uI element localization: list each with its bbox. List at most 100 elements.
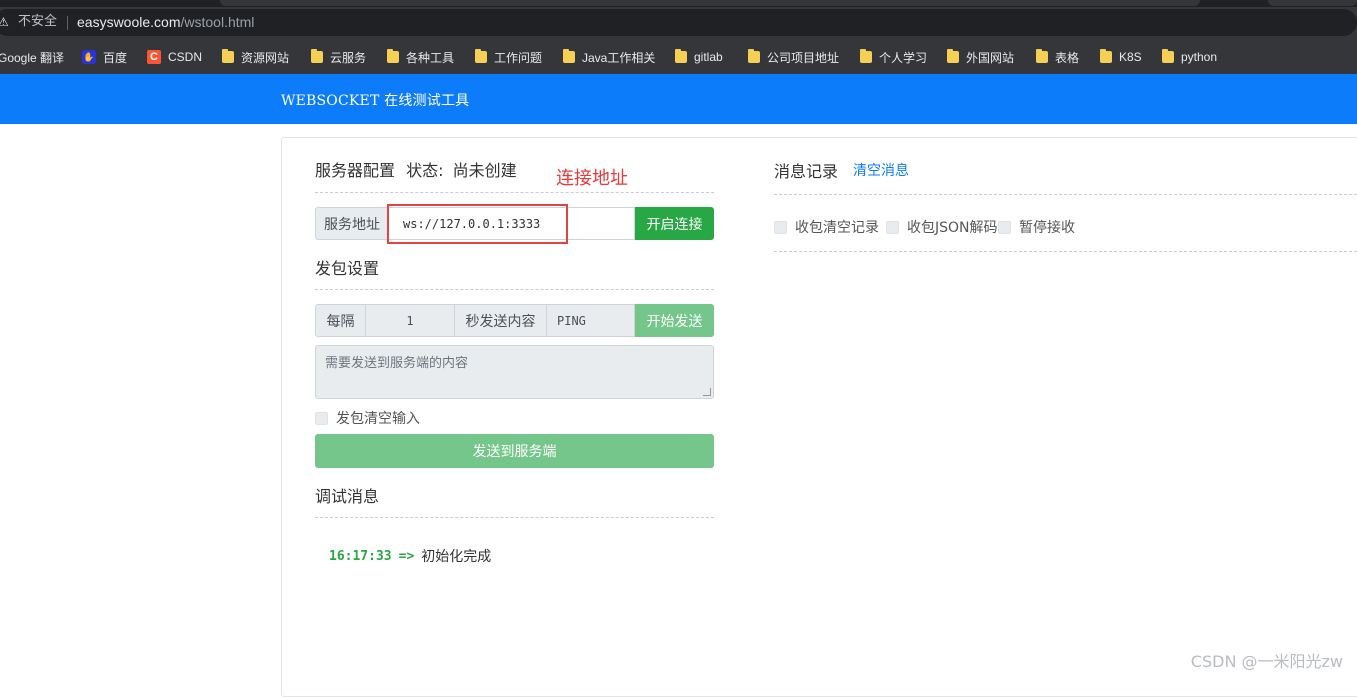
bookmark-folder[interactable]: 各种工具 xyxy=(387,48,454,66)
bookmark-folder[interactable]: 个人学习 xyxy=(860,48,927,66)
folder-icon xyxy=(475,49,487,63)
send-to-server-button[interactable]: 发送到服务端 xyxy=(315,434,714,468)
send-content-textarea[interactable]: 需要发送到服务端的内容 xyxy=(315,345,714,399)
clear-messages-link[interactable]: 清空消息 xyxy=(853,160,909,180)
server-config-title: 服务器配置 状态: 尚未创建 xyxy=(315,157,517,181)
recv-clear-checkbox[interactable]: 收包清空记录 xyxy=(774,217,879,237)
bookmark-csdn[interactable]: C CSDN xyxy=(147,48,202,66)
checkbox-label: 收包清空记录 xyxy=(795,220,879,236)
bookmark-label: 公司项目地址 xyxy=(767,50,840,65)
bookmark-label: Google 翻译 xyxy=(0,50,65,65)
divider xyxy=(315,517,714,518)
warning-icon[interactable]: ⚠ xyxy=(0,14,9,30)
server-config-label: 服务器配置 xyxy=(315,161,396,180)
folder-icon xyxy=(860,49,872,63)
interval-input[interactable]: 1 xyxy=(366,304,455,337)
checkbox-label: 发包清空输入 xyxy=(336,411,420,427)
bookmark-folder[interactable]: K8S xyxy=(1100,48,1142,66)
bookmark-label: python xyxy=(1181,50,1218,64)
checkbox-box[interactable] xyxy=(774,220,787,234)
clear-input-checkbox[interactable]: 发包清空输入 xyxy=(315,408,420,428)
site-navbar: WEBSOCKET 在线测试工具 xyxy=(0,74,1357,124)
start-send-button[interactable]: 开始发送 xyxy=(635,304,714,337)
folder-icon xyxy=(563,49,575,63)
url-path: /wstool.html xyxy=(180,14,255,30)
bookmark-label: 表格 xyxy=(1055,50,1080,65)
folder-icon xyxy=(748,49,760,63)
log-arrow: => xyxy=(398,548,415,564)
watermark: CSDN @一米阳光zw xyxy=(1190,652,1343,671)
site-brand[interactable]: WEBSOCKET 在线测试工具 xyxy=(281,90,469,110)
checkbox-box[interactable] xyxy=(998,220,1011,234)
textarea-placeholder: 需要发送到服务端的内容 xyxy=(325,356,469,371)
messages-title: 消息记录 xyxy=(774,162,839,181)
url-text[interactable]: easyswoole.com/wstool.html xyxy=(77,13,254,31)
address-divider xyxy=(67,16,68,30)
bookmarks-bar: Google 翻译 ✋ 百度 C CSDN 资源网站 云服务 各种工具 工作问题… xyxy=(0,38,1357,74)
bookmark-folder[interactable]: 表格 xyxy=(1036,48,1079,66)
bookmark-label: 个人学习 xyxy=(879,50,928,65)
bookmark-folder[interactable]: 资源网站 xyxy=(222,48,289,66)
bookmark-label: 云服务 xyxy=(330,50,367,65)
bookmark-label: 工作问题 xyxy=(494,50,543,65)
folder-icon xyxy=(387,49,399,63)
tab-edge xyxy=(1268,0,1357,6)
bookmark-baidu[interactable]: ✋ 百度 xyxy=(82,48,127,66)
folder-icon xyxy=(222,49,234,63)
annotation-box xyxy=(387,204,568,244)
seconds-send-addon: 秒发送内容 xyxy=(455,304,547,337)
divider xyxy=(774,251,1357,252)
debug-title: 调试消息 xyxy=(315,487,380,506)
bookmark-folder[interactable]: 云服务 xyxy=(311,48,366,66)
resize-grip-icon[interactable] xyxy=(703,388,711,396)
bookmark-folder[interactable]: Java工作相关 xyxy=(563,48,655,66)
bookmark-label: 百度 xyxy=(103,50,128,65)
bookmark-folder[interactable]: 工作问题 xyxy=(475,48,542,66)
csdn-icon: C xyxy=(147,50,161,64)
folder-icon xyxy=(675,49,687,63)
baidu-icon: ✋ xyxy=(82,50,96,64)
bookmark-folder[interactable]: gitlab xyxy=(675,48,723,66)
bookmark-label: 各种工具 xyxy=(406,50,455,65)
address-addon: 服务地址 xyxy=(315,207,389,240)
auto-send-group: 每隔 1 秒发送内容 PING 开始发送 xyxy=(315,304,714,337)
every-addon: 每隔 xyxy=(315,304,366,337)
log-entry: 16:17:33 => 初始化完成 xyxy=(329,546,491,566)
address-bar[interactable]: ⚠ 不安全 easyswoole.com/wstool.html xyxy=(0,7,1357,38)
bookmark-folder[interactable]: 公司项目地址 xyxy=(748,48,839,66)
pause-receive-checkbox[interactable]: 暂停接收 xyxy=(998,217,1075,237)
bookmark-folder[interactable]: 外国网站 xyxy=(947,48,1014,66)
send-settings-title: 发包设置 xyxy=(315,259,380,278)
checkbox-box[interactable] xyxy=(315,411,328,425)
security-label[interactable]: 不安全 xyxy=(18,14,57,30)
checkbox-label: 暂停接收 xyxy=(1019,220,1075,236)
bookmark-folder[interactable]: python xyxy=(1162,48,1217,66)
annotation-label: 连接地址 xyxy=(556,168,628,189)
bookmark-label: 外国网站 xyxy=(966,50,1015,65)
recv-json-checkbox[interactable]: 收包JSON解码 xyxy=(886,217,998,237)
log-time: 16:17:33 xyxy=(329,548,392,564)
bookmark-label: Java工作相关 xyxy=(582,50,656,65)
auto-content-input[interactable]: PING xyxy=(547,304,635,337)
tab-edge xyxy=(220,0,1200,6)
status-value: 尚未创建 xyxy=(452,161,517,180)
divider xyxy=(315,289,714,290)
bookmark-label: K8S xyxy=(1119,50,1142,64)
folder-icon xyxy=(1100,49,1112,63)
bookmark-label: 资源网站 xyxy=(241,50,290,65)
log-message: 初始化完成 xyxy=(421,549,492,565)
checkbox-label: 收包JSON解码 xyxy=(907,220,998,236)
folder-icon xyxy=(1162,49,1174,63)
folder-icon xyxy=(947,49,959,63)
divider xyxy=(315,192,714,193)
url-host: easyswoole.com xyxy=(77,14,181,30)
connect-button[interactable]: 开启连接 xyxy=(635,207,714,240)
checkbox-box[interactable] xyxy=(886,220,899,234)
tab-strip xyxy=(0,0,1357,7)
bookmark-label: gitlab xyxy=(694,50,723,64)
bookmark-label: CSDN xyxy=(168,50,203,64)
divider xyxy=(774,194,1357,195)
folder-icon xyxy=(311,49,323,63)
folder-icon xyxy=(1036,49,1048,63)
bookmark-google-translate[interactable]: Google 翻译 xyxy=(0,48,64,66)
